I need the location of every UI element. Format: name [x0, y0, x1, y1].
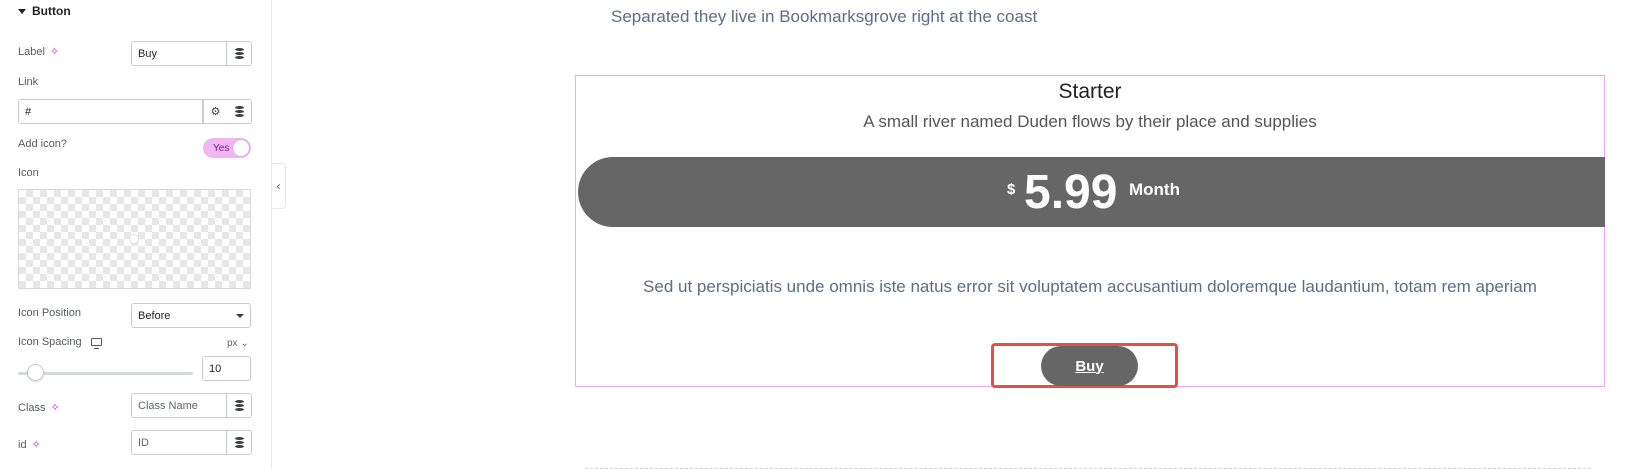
id-field-label: id ✧ [18, 438, 41, 452]
icon-spacing-input[interactable]: 10 [202, 356, 251, 381]
icon-spacing-text: Icon Spacing [18, 336, 82, 348]
icon-field-label: Icon [18, 167, 39, 179]
chevron-left-icon: ‹ [276, 179, 281, 193]
pricing-subtitle: A small river named Duden flows by their… [863, 112, 1317, 131]
price-bar: $ 5.99 Month [578, 157, 1605, 227]
id-text: id [18, 438, 27, 451]
icon-position-select[interactable]: Before [131, 303, 251, 328]
pricing-card[interactable]: Starter A small river named Duden flows … [575, 75, 1605, 388]
link-options-button[interactable]: ⚙ [203, 99, 228, 124]
section-header-button[interactable]: Button [18, 4, 71, 18]
section-title: Button [32, 4, 71, 18]
chevron-down-icon: ⌄ [240, 338, 249, 349]
icon-spacing-slider[interactable] [18, 372, 193, 375]
price-currency: $ [1007, 181, 1016, 198]
desktop-icon[interactable] [90, 338, 102, 349]
ai-sparkle-icon[interactable]: ✧ [51, 401, 60, 414]
ai-sparkle-icon[interactable]: ✧ [32, 438, 41, 451]
icon-spacing-label: Icon Spacing [18, 336, 102, 349]
link-input[interactable]: # [18, 99, 203, 124]
label-text: Label [18, 45, 45, 58]
icon-position-value: Before [138, 309, 171, 322]
database-icon [234, 48, 244, 59]
ai-sparkle-icon[interactable]: ✧ [50, 45, 59, 58]
class-dynamic-tags-button[interactable] [227, 393, 252, 418]
caret-down-icon [18, 8, 26, 14]
toggle-label: Yes [213, 142, 230, 154]
slider-handle[interactable] [27, 364, 44, 381]
unit-selector[interactable]: px ⌄ [227, 338, 249, 349]
add-icon-toggle[interactable]: Yes [203, 138, 251, 158]
pricing-title: Starter [1058, 80, 1122, 103]
pricing-description: Sed ut perspiciatis unde omnis iste natu… [643, 277, 1537, 296]
unit-value: px [227, 338, 238, 349]
label-field-label: Label ✧ [18, 45, 59, 59]
database-icon [234, 400, 244, 411]
price-period: Month [1129, 180, 1180, 199]
price-amount: 5.99 [1024, 166, 1118, 219]
id-input[interactable]: ID [131, 430, 227, 455]
chevron-down-icon [236, 313, 244, 318]
preview-text: Separated they live in Bookmarksgrove ri… [611, 7, 1038, 26]
toggle-knob [232, 139, 250, 157]
buy-button[interactable]: Buy [1041, 346, 1138, 386]
icon-position-label: Icon Position [18, 307, 81, 319]
class-field-label: Class ✧ [18, 401, 60, 415]
id-dynamic-tags-button[interactable] [227, 430, 252, 455]
collapse-panel-button[interactable]: ‹ [272, 163, 286, 209]
gear-icon: ⚙ [210, 106, 221, 118]
media-placeholder-icon [129, 234, 139, 244]
database-icon [234, 437, 244, 448]
link-field-label: Link [18, 76, 39, 88]
class-text: Class [18, 401, 46, 414]
settings-panel: Button Label ✧ Buy Link # ⚙ Add icon? Ye… [0, 0, 272, 469]
icon-media-picker[interactable] [18, 189, 251, 289]
dynamic-tags-button[interactable] [227, 41, 252, 66]
class-input[interactable]: Class Name [131, 393, 227, 418]
link-dynamic-tags-button[interactable] [227, 99, 252, 124]
label-input[interactable]: Buy [131, 41, 227, 66]
add-icon-label: Add icon? [18, 138, 67, 150]
editor-screen: Button Label ✧ Buy Link # ⚙ Add icon? Ye… [0, 0, 1630, 469]
database-icon [234, 106, 244, 117]
